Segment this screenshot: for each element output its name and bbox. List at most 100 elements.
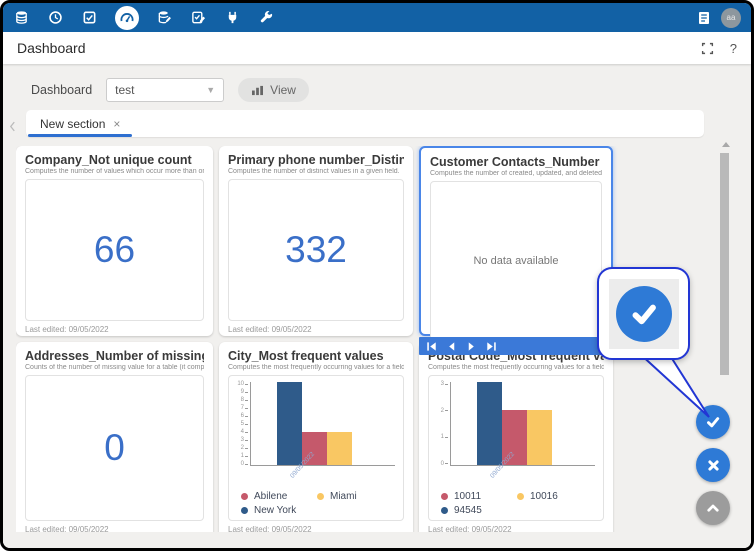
y-tick: 3	[441, 382, 448, 386]
legend-item: Miami	[317, 491, 393, 502]
bar-miami	[327, 432, 352, 465]
legend-item: 94545	[441, 505, 517, 516]
y-tick: 5	[241, 422, 248, 426]
topbar-icon-group	[13, 6, 275, 30]
scrollbar-thumb[interactable]	[720, 153, 729, 375]
top-navigation-bar: aa	[3, 3, 751, 32]
wrench-icon[interactable]	[258, 9, 275, 26]
y-tick: 2	[241, 446, 248, 450]
legend-dot-icon	[517, 493, 524, 500]
card-panel: 332	[228, 179, 404, 321]
chevron-down-icon: ▼	[206, 85, 215, 95]
app-window: aa Dashboard ? Dashboard test ▼ View	[0, 0, 754, 551]
bar-10016	[527, 410, 552, 465]
card-primary-phone-distinct[interactable]: Primary phone number_Distinct ... Comput…	[219, 146, 413, 336]
card-customer-contacts-selected[interactable]: Customer Contacts_Number of o... Compute…	[419, 146, 613, 336]
bars-area	[451, 382, 595, 466]
card-title: Customer Contacts_Number of o...	[430, 155, 602, 169]
legend-dot-icon	[441, 507, 448, 514]
chart-legend: AbileneMiamiNew York	[237, 491, 395, 518]
no-data-message: No data available	[431, 182, 601, 340]
card-panel: 109876543210 09/05/2022 AbileneMiamiNew …	[228, 375, 404, 521]
legend-dot-icon	[241, 493, 248, 500]
section-tabstrip: New section ×	[26, 110, 704, 137]
tasks-check-icon[interactable]	[81, 9, 98, 26]
previous-page-icon[interactable]	[446, 341, 457, 352]
card-title: Addresses_Number of missing va...	[25, 349, 204, 363]
y-tick: 10	[237, 382, 248, 386]
tab-new-section[interactable]: New section ×	[26, 110, 134, 137]
check-icon	[704, 413, 722, 431]
confirm-button[interactable]	[696, 405, 730, 439]
scroll-to-top-button[interactable]	[696, 491, 730, 525]
card-footer: Last edited: 09/05/2022	[25, 525, 204, 532]
metric-value: 66	[26, 180, 203, 320]
callout-background	[609, 279, 679, 349]
card-panel: 0	[25, 375, 204, 521]
card-company-not-unique-count[interactable]: Company_Not unique count Computes the nu…	[16, 146, 213, 336]
dashboard-gauge-icon[interactable]	[115, 6, 139, 30]
bar-chart-postal-code: 3210 09/05/2022 100111001694545	[429, 376, 603, 520]
y-tick: 2	[441, 409, 448, 413]
metric-value: 0	[26, 376, 203, 520]
y-tick: 6	[241, 414, 248, 418]
card-panel: No data available	[430, 181, 602, 341]
card-footer: Last edited: 09/05/2022	[25, 325, 204, 334]
fullscreen-icon[interactable]	[701, 42, 714, 55]
card-panel: 66	[25, 179, 204, 321]
card-subtitle: Computes the most frequently occurring v…	[228, 364, 404, 371]
cards-viewport: Company_Not unique count Computes the nu…	[16, 146, 622, 532]
database-icon[interactable]	[13, 9, 30, 26]
card-subtitle: Computes the number of distinct values i…	[228, 168, 404, 175]
help-icon[interactable]: ?	[730, 41, 737, 56]
card-panel: 3210 09/05/2022 100111001694545	[428, 375, 604, 521]
card-title: Primary phone number_Distinct ...	[228, 153, 404, 167]
card-footer: Last edited: 09/05/2022	[228, 525, 404, 532]
chevron-up-icon	[704, 499, 722, 517]
dashboard-select[interactable]: test ▼	[106, 78, 224, 102]
metric-value: 332	[229, 180, 403, 320]
y-axis: 109876543210	[237, 382, 251, 466]
cards-grid: Company_Not unique count Computes the nu…	[16, 146, 622, 532]
bars-area	[251, 382, 395, 466]
view-button[interactable]: View	[238, 78, 309, 102]
card-addresses-missing-values[interactable]: Addresses_Number of missing va... Counts…	[16, 342, 213, 532]
card-postal-code-most-frequent[interactable]: Postal Code_Most frequent valu... Comput…	[419, 342, 613, 532]
cancel-button[interactable]	[696, 448, 730, 482]
card-city-most-frequent[interactable]: City_Most frequent values Computes the m…	[219, 342, 413, 532]
confirm-button-callout	[597, 267, 690, 360]
legend-dot-icon	[441, 493, 448, 500]
card-footer: Last edited: 09/05/2022	[428, 525, 604, 532]
user-avatar[interactable]: aa	[721, 8, 741, 28]
tabs-scroll-left-icon[interactable]	[9, 117, 19, 135]
legend-item: 10011	[441, 491, 517, 502]
checklist-edit-icon[interactable]	[190, 9, 207, 26]
bar-new-york	[277, 382, 302, 465]
dashboard-select-label: Dashboard	[31, 83, 92, 97]
legend-dot-icon	[241, 507, 248, 514]
legend-item: New York	[241, 505, 317, 516]
next-page-icon[interactable]	[466, 341, 477, 352]
y-tick: 7	[241, 406, 248, 410]
pagination-bar	[419, 337, 613, 355]
card-title: City_Most frequent values	[228, 349, 404, 363]
y-tick: 1	[441, 435, 448, 439]
scrollbar-up-arrow[interactable]	[722, 142, 730, 147]
chart-legend: 100111001694545	[437, 491, 595, 518]
last-page-icon[interactable]	[486, 341, 497, 352]
tab-close-icon[interactable]: ×	[113, 118, 120, 130]
list-icon[interactable]	[695, 9, 712, 26]
legend-item: Abilene	[241, 491, 317, 502]
first-page-icon[interactable]	[426, 341, 437, 352]
bar-94545	[477, 382, 502, 465]
clock-icon[interactable]	[47, 9, 64, 26]
dashboard-select-value: test	[115, 83, 134, 97]
plug-icon[interactable]	[224, 9, 241, 26]
y-tick: 8	[241, 398, 248, 402]
close-icon	[705, 457, 722, 474]
y-tick: 4	[241, 430, 248, 434]
card-subtitle: Counts of the number of missing value fo…	[25, 364, 204, 371]
dashboard-controls: Dashboard test ▼ View	[31, 78, 309, 102]
bar-chart-city: 109876543210 09/05/2022 AbileneMiamiNew …	[229, 376, 403, 520]
database-edit-icon[interactable]	[156, 9, 173, 26]
